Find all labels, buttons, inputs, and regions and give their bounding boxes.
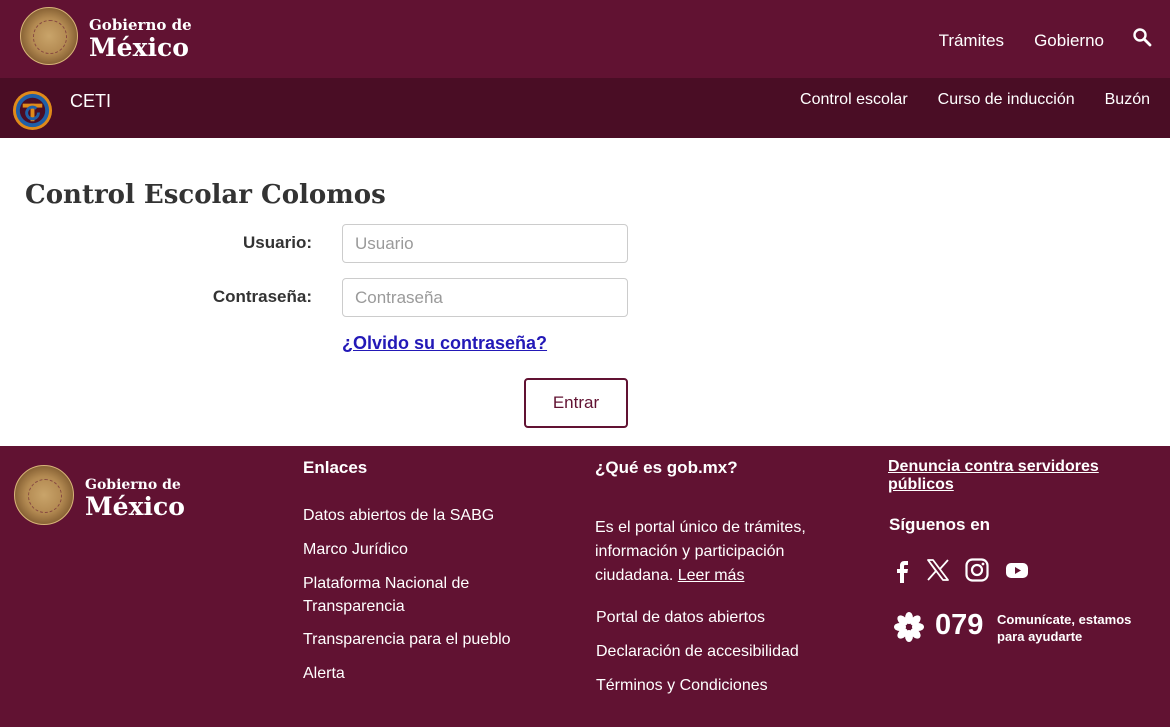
password-input[interactable]: [342, 278, 628, 317]
footer-brand-small-text: Gobierno de: [85, 477, 181, 493]
gobierno-brand[interactable]: Gobierno de México: [89, 16, 192, 62]
coat-of-arms-logo[interactable]: [20, 7, 78, 65]
enlaces-heading: Enlaces: [303, 458, 368, 477]
brand-small-text: Gobierno de: [89, 16, 192, 34]
nav-curso-induccion[interactable]: Curso de inducción: [938, 91, 1075, 109]
top-nav: Trámites Gobierno: [909, 31, 1104, 51]
sub-nav: Control escolar Curso de inducción Buzón: [770, 91, 1150, 109]
link-portal-datos-abiertos[interactable]: Portal de datos abiertos: [596, 606, 765, 629]
phone-caption: Comunícate, estamos para ayudarte: [997, 612, 1132, 644]
instagram-icon[interactable]: [964, 557, 990, 583]
link-datos-abiertos-sabg[interactable]: Datos abiertos de la SABG: [303, 504, 494, 527]
top-header: Gobierno de México Trámites Gobierno: [0, 0, 1170, 78]
nav-tramites[interactable]: Trámites: [939, 31, 1005, 51]
footer-brand-big-text: México: [85, 492, 185, 521]
link-marco-juridico[interactable]: Marco Jurídico: [303, 538, 408, 561]
nav-gobierno[interactable]: Gobierno: [1034, 31, 1104, 51]
footer-coat-of-arms-logo[interactable]: [14, 465, 74, 525]
forgot-password-link[interactable]: ¿Olvido su contraseña?: [342, 333, 547, 354]
footer: Gobierno de México Enlaces Datos abierto…: [0, 446, 1170, 727]
nav-buzon[interactable]: Buzón: [1105, 91, 1150, 109]
password-label: Contraseña:: [212, 287, 312, 306]
about-heading: ¿Qué es gob.mx?: [595, 458, 738, 477]
ceti-logo-icon[interactable]: [11, 89, 54, 132]
youtube-icon[interactable]: [1004, 557, 1030, 583]
phone-number: 079: [935, 609, 984, 641]
user-input[interactable]: [342, 224, 628, 263]
flower-icon: [894, 612, 924, 642]
nav-control-escolar[interactable]: Control escolar: [800, 91, 908, 109]
x-icon[interactable]: [925, 557, 951, 583]
denuncia-link[interactable]: Denuncia contra servidores públicos: [888, 458, 1128, 494]
link-declaracion-accesibilidad[interactable]: Declaración de accesibilidad: [596, 640, 799, 663]
institution-name[interactable]: CETI: [70, 91, 111, 112]
link-plataforma-transparencia[interactable]: Plataforma Nacional de Transparencia: [303, 572, 503, 618]
about-text: Es el portal único de trámites, informac…: [595, 516, 855, 588]
facebook-icon[interactable]: [889, 557, 915, 583]
search-icon[interactable]: [1132, 27, 1152, 47]
submit-button[interactable]: Entrar: [524, 378, 628, 428]
sub-header: CETI Control escolar Curso de inducción …: [0, 78, 1170, 138]
follow-heading: Síguenos en: [889, 515, 991, 534]
brand-big-text: México: [89, 33, 189, 62]
link-transparencia-pueblo[interactable]: Transparencia para el pueblo: [303, 628, 511, 651]
link-alerta[interactable]: Alerta: [303, 662, 345, 685]
user-label: Usuario:: [243, 233, 312, 252]
read-more-link[interactable]: Leer más: [678, 567, 745, 584]
page-title: Control Escolar Colomos: [25, 180, 386, 210]
link-terminos-condiciones[interactable]: Términos y Condiciones: [596, 674, 768, 697]
footer-gobierno-brand[interactable]: Gobierno de México: [85, 478, 185, 519]
